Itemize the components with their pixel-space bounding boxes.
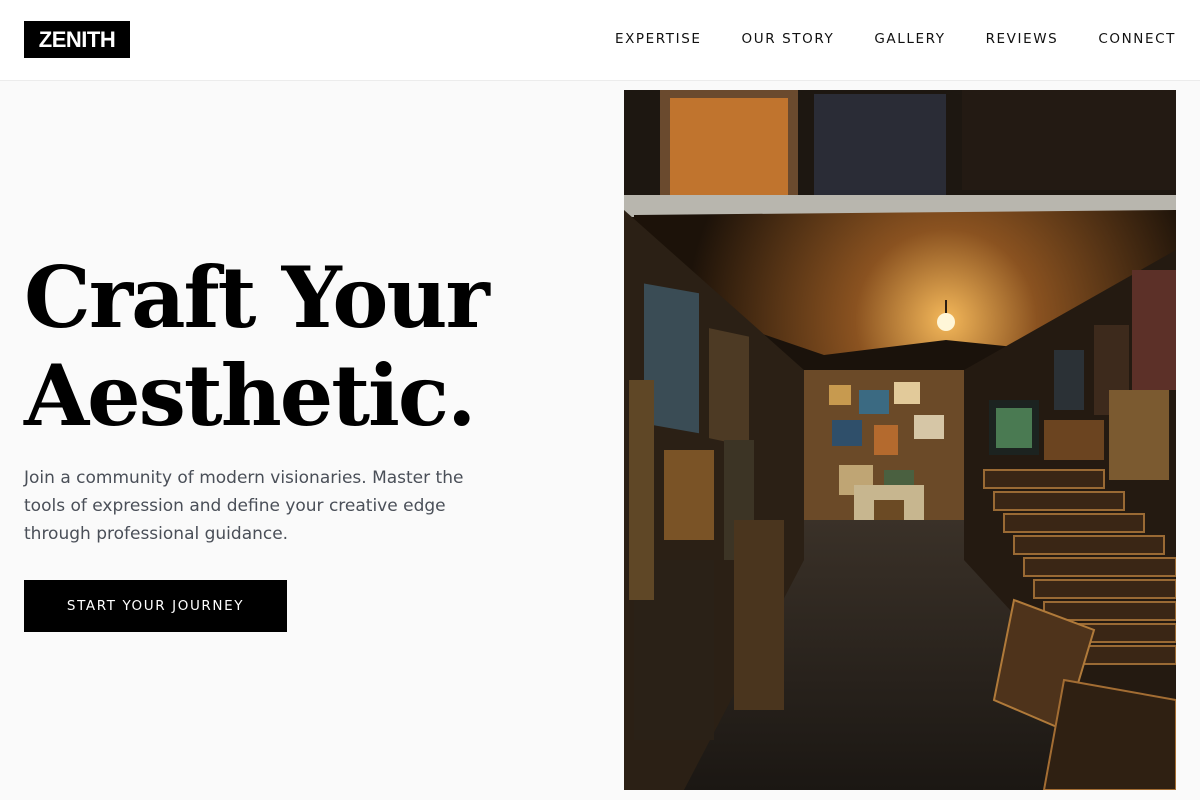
hero-description: Join a community of modern visionaries. … (24, 468, 464, 544)
gallery-photo-illustration (624, 90, 1176, 790)
nav-item-connect[interactable]: CONNECT (1098, 31, 1176, 47)
hero-image (624, 90, 1176, 790)
start-journey-button[interactable]: START YOUR JOURNEY (24, 580, 287, 632)
main-nav: EXPERTISE OUR STORY GALLERY REVIEWS CONN… (615, 0, 1176, 78)
site-header: ZENITH EXPERTISE OUR STORY GALLERY REVIE… (0, 0, 1200, 81)
hero-title-line-2: Aesthetic. (24, 346, 476, 445)
nav-item-our-story[interactable]: OUR STORY (742, 31, 835, 47)
nav-item-reviews[interactable]: REVIEWS (986, 31, 1059, 47)
hero-title-line-1: Craft Your (24, 248, 490, 347)
hero-title: Craft Your Aesthetic. (24, 249, 584, 445)
nav-item-expertise[interactable]: EXPERTISE (615, 31, 702, 47)
brand-logo[interactable]: ZENITH (24, 21, 130, 58)
hero-section: Craft Your Aesthetic. Join a community o… (24, 81, 584, 800)
nav-item-gallery[interactable]: GALLERY (874, 31, 945, 47)
